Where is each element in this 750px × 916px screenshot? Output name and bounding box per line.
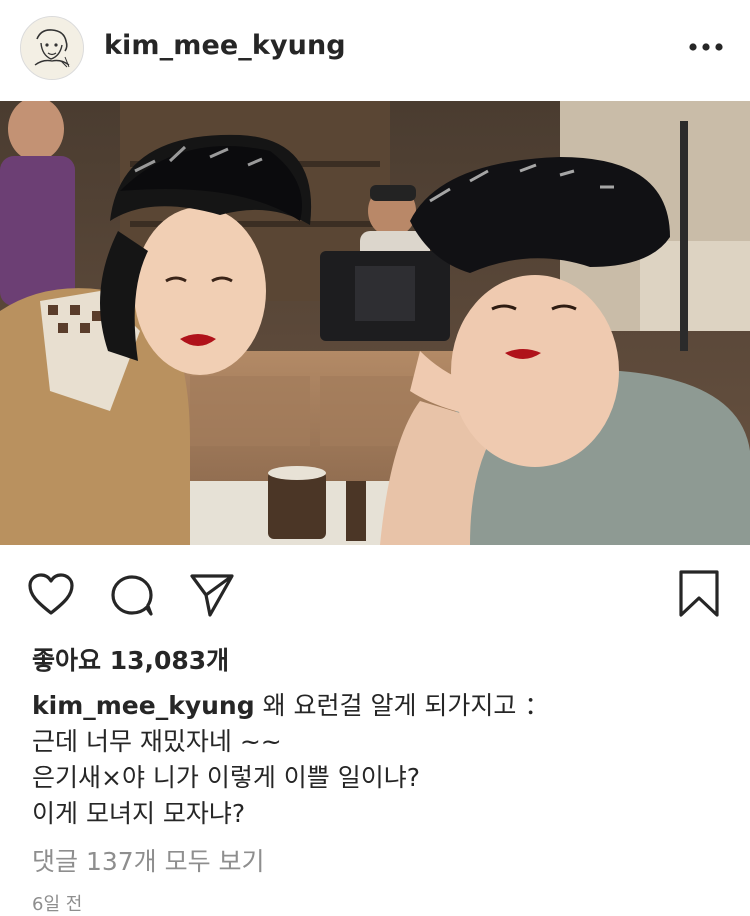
send-icon[interactable]	[188, 571, 236, 619]
avatar[interactable]	[20, 16, 84, 80]
caption-text-line-4: 이게 모녀지 모자냐?	[32, 799, 246, 828]
post-photo[interactable]	[0, 101, 750, 545]
heart-icon[interactable]	[27, 572, 75, 616]
caption-text-line-1: 왜 요런걸 알게 되가지고 ：	[262, 691, 550, 720]
caption-text-line-2: 근데 너무 재밌자네 ~~	[32, 727, 282, 756]
photo-image	[0, 101, 750, 545]
caption-first-line: kim_mee_kyung 왜 요런걸 알게 되가지고 ：	[32, 688, 732, 724]
likes-count[interactable]: 좋아요 13,083개	[32, 641, 229, 677]
view-all-comments-link[interactable]: 댓글 137개 모두 보기	[32, 842, 265, 878]
more-icon[interactable]	[688, 40, 724, 54]
action-bar	[0, 545, 750, 637]
caption-text-line-3: 은기새×야 니가 이렇게 이쁠 일이냐?	[32, 763, 421, 792]
caption-username[interactable]: kim_mee_kyung	[32, 691, 255, 720]
post-timestamp: 6일 전	[32, 894, 83, 915]
post-header: kim_mee_kyung	[0, 0, 750, 98]
avatar-illustration-icon	[21, 17, 83, 79]
bookmark-icon[interactable]	[678, 569, 720, 619]
comment-icon[interactable]	[108, 571, 156, 619]
post-username[interactable]: kim_mee_kyung	[104, 30, 346, 61]
post-caption: kim_mee_kyung 왜 요런걸 알게 되가지고 ： 근데 너무 재밌자네…	[32, 688, 732, 832]
